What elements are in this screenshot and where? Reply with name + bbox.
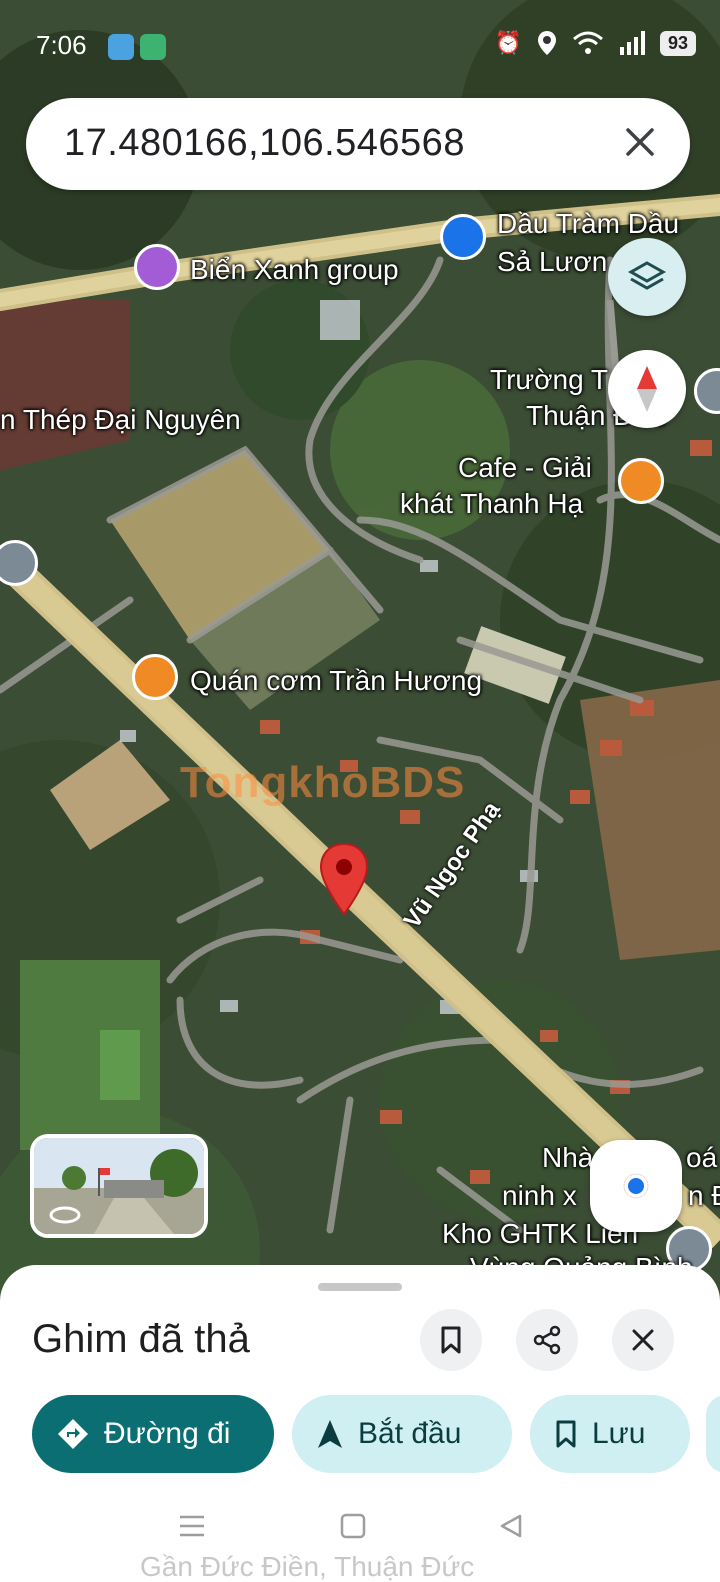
sheet-drag-handle[interactable]: [318, 1283, 402, 1291]
sheet-title: Ghim đã thả: [32, 1317, 250, 1361]
map-label-ninh[interactable]: ninh x: [502, 1180, 577, 1212]
my-location-icon: [623, 1173, 649, 1199]
home-nav-icon[interactable]: [340, 1513, 366, 1539]
system-nav-bar: [0, 1505, 720, 1565]
my-location-button[interactable]: [590, 1140, 682, 1232]
camera-poi-icon[interactable]: [134, 244, 180, 290]
map-label-cafe[interactable]: Cafe - Giải: [458, 452, 592, 484]
watermark: TongkhoBDS: [180, 758, 466, 807]
bookmark-button[interactable]: [420, 1309, 482, 1371]
start-button[interactable]: Bắt đầu: [292, 1395, 512, 1473]
shopping-poi-icon[interactable]: [440, 214, 486, 260]
search-query[interactable]: 17.480166,106.546568: [64, 122, 465, 165]
more-chip[interactable]: [706, 1395, 720, 1473]
layers-icon: [627, 261, 667, 290]
compass-button[interactable]: [608, 350, 686, 428]
place-bottom-sheet[interactable]: Ghim đã thả Đường đi Bắt đầu Lưu Gần Đức…: [0, 1265, 720, 1582]
menu-nav-icon[interactable]: [178, 1513, 206, 1539]
close-sheet-button[interactable]: [612, 1309, 674, 1371]
compass-icon: [637, 366, 657, 412]
map-label-bien-xanh[interactable]: Biển Xanh group: [190, 254, 399, 286]
status-time: 7:06: [36, 30, 87, 60]
map-label-dau-tram[interactable]: Dầu Tràm Dầu: [497, 208, 679, 240]
start-label: Bắt đầu: [358, 1417, 462, 1450]
share-icon: [533, 1325, 561, 1355]
clear-search-icon[interactable]: [620, 122, 660, 162]
save-button[interactable]: Lưu: [530, 1395, 690, 1473]
map-label-cafe-2[interactable]: khát Thanh Hạ: [400, 488, 583, 520]
navigation-arrow-icon: [318, 1420, 342, 1448]
map-label-nha[interactable]: Nhà: [542, 1142, 593, 1174]
layers-button[interactable]: [608, 238, 686, 316]
map-label-dai-nguyen[interactable]: n Thép Đại Nguyên: [0, 404, 241, 436]
back-nav-icon[interactable]: [498, 1513, 524, 1539]
cafe-poi-icon[interactable]: [618, 458, 664, 504]
directions-icon: [58, 1419, 88, 1449]
directions-button[interactable]: Đường đi: [32, 1395, 274, 1473]
bookmark-icon: [556, 1420, 576, 1448]
shield-icon: [140, 34, 166, 60]
dropped-pin-icon[interactable]: [318, 842, 370, 916]
restaurant-poi-icon[interactable]: [132, 654, 178, 700]
status-bar: 7:06 ⏰ 93: [0, 0, 720, 90]
signal-icon: [619, 31, 645, 55]
wifi-icon: [572, 31, 603, 54]
alarm-icon: ⏰: [494, 30, 522, 55]
status-icons: ⏰ 93: [495, 30, 696, 56]
search-bar[interactable]: 17.480166,106.546568: [26, 98, 690, 190]
street-view-thumbnail[interactable]: [30, 1134, 208, 1238]
battery-level: 93: [659, 30, 696, 56]
share-button[interactable]: [516, 1309, 578, 1371]
bookmark-icon: [441, 1326, 461, 1354]
save-label: Lưu: [592, 1417, 646, 1450]
location-icon: [537, 31, 556, 55]
rotate-360-icon: [49, 1206, 81, 1224]
map-label-quan-com[interactable]: Quán cơm Trần Hương: [190, 665, 482, 697]
weather-icon: [108, 34, 134, 60]
map-label-dau-tram-2[interactable]: Sả Lươn: [497, 246, 607, 278]
map-label-ninh-b[interactable]: n Đ: [688, 1180, 720, 1212]
directions-label: Đường đi: [104, 1417, 231, 1450]
map-label-nha-b[interactable]: oá: [686, 1142, 717, 1174]
close-icon: [632, 1329, 654, 1351]
map-label-truong[interactable]: Trường T: [490, 364, 608, 396]
